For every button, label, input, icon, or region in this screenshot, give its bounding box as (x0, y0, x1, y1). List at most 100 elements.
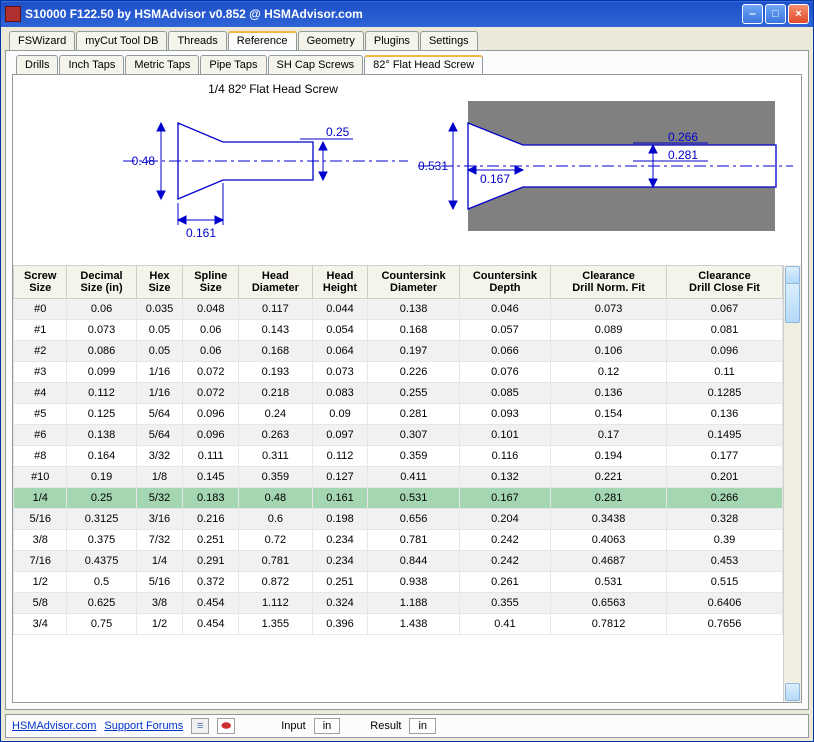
table-cell: 0.136 (667, 404, 783, 425)
table-cell: 0.48 (239, 488, 313, 509)
table-cell: 0.6406 (667, 593, 783, 614)
link-hsmadvisor[interactable]: HSMAdvisor.com (12, 720, 96, 732)
table-row[interactable]: #60.1385/640.0960.2630.0970.3070.1010.17… (14, 425, 783, 446)
table-cell: 0.112 (67, 383, 136, 404)
table-cell: 0.067 (667, 299, 783, 320)
main-tab-mycut-tool-db[interactable]: myCut Tool DB (76, 31, 167, 50)
table-cell: 0.161 (312, 488, 368, 509)
table-cell: 0.066 (459, 341, 550, 362)
minimize-button[interactable]: ‒ (742, 4, 763, 24)
table-row[interactable]: #30.0991/160.0720.1930.0730.2260.0760.12… (14, 362, 783, 383)
table-row[interactable]: #50.1255/640.0960.240.090.2810.0930.1540… (14, 404, 783, 425)
table-cell: 0.048 (183, 299, 239, 320)
table-cell: 0.076 (459, 362, 550, 383)
main-tab-reference[interactable]: Reference (228, 31, 297, 50)
col-header[interactable]: ScrewSize (14, 266, 67, 299)
table-row[interactable]: #00.060.0350.0480.1170.0440.1380.0460.07… (14, 299, 783, 320)
table-cell: 0.198 (312, 509, 368, 530)
table-row[interactable]: 7/160.43751/40.2910.7810.2340.8440.2420.… (14, 551, 783, 572)
table-cell: 1/2 (14, 572, 67, 593)
table-cell: 0.328 (667, 509, 783, 530)
table-row[interactable]: 5/160.31253/160.2160.60.1980.6560.2040.3… (14, 509, 783, 530)
vertical-scrollbar[interactable] (783, 265, 801, 702)
table-cell: 0.112 (312, 446, 368, 467)
table-cell: 5/32 (136, 488, 183, 509)
table-cell: 0.396 (312, 614, 368, 635)
table-cell: 1/16 (136, 362, 183, 383)
table-cell: 3/16 (136, 509, 183, 530)
col-header[interactable]: ClearanceDrill Norm. Fit (551, 266, 667, 299)
input-unit[interactable]: in (314, 718, 341, 734)
sub-tab-metric-taps[interactable]: Metric Taps (125, 55, 199, 74)
table-cell: 3/32 (136, 446, 183, 467)
table-cell: #5 (14, 404, 67, 425)
table-row[interactable]: 3/80.3757/320.2510.720.2340.7810.2420.40… (14, 530, 783, 551)
table-cell: #1 (14, 320, 67, 341)
table-cell: 7/16 (14, 551, 67, 572)
table-row[interactable]: #100.191/80.1450.3590.1270.4110.1320.221… (14, 467, 783, 488)
sb-icon-1[interactable]: ≡ (191, 718, 209, 734)
maximize-button[interactable]: □ (765, 4, 786, 24)
table-row[interactable]: 1/20.55/160.3720.8720.2510.9380.2610.531… (14, 572, 783, 593)
main-tab-fswizard[interactable]: FSWizard (9, 31, 75, 50)
col-header[interactable]: HeadHeight (312, 266, 368, 299)
table-cell: 0.242 (459, 530, 550, 551)
col-header[interactable]: HexSize (136, 266, 183, 299)
table-cell: 0.168 (368, 320, 459, 341)
sub-tab-inch-taps[interactable]: Inch Taps (59, 55, 124, 74)
col-header[interactable]: CountersinkDepth (459, 266, 550, 299)
titlebar: S10000 F122.50 by HSMAdvisor v0.852 @ HS… (1, 1, 813, 27)
window-buttons: ‒ □ × (742, 4, 809, 24)
table-cell: 0.106 (551, 341, 667, 362)
table-cell: 0.167 (459, 488, 550, 509)
col-header[interactable]: HeadDiameter (239, 266, 313, 299)
dim-clr-norm: 0.281 (668, 148, 698, 162)
table-cell: 0.083 (312, 383, 368, 404)
table-row[interactable]: 5/80.6253/80.4541.1120.3241.1880.3550.65… (14, 593, 783, 614)
sub-tab-pipe-taps[interactable]: Pipe Taps (200, 55, 266, 74)
dim-head-height: 0.161 (186, 226, 216, 240)
table-cell: 0.096 (183, 404, 239, 425)
sub-tab-sh-cap-screws[interactable]: SH Cap Screws (268, 55, 364, 74)
table-row[interactable]: #20.0860.050.060.1680.0640.1970.0660.106… (14, 341, 783, 362)
table-cell: 0.204 (459, 509, 550, 530)
table-cell: 0.073 (67, 320, 136, 341)
col-header[interactable]: DecimalSize (in) (67, 266, 136, 299)
table-cell: 0.266 (667, 488, 783, 509)
col-header[interactable]: CountersinkDiameter (368, 266, 459, 299)
table-row[interactable]: 1/40.255/320.1830.480.1610.5310.1670.281… (14, 488, 783, 509)
sub-tab-drills[interactable]: Drills (16, 55, 58, 74)
table-cell: 0.064 (312, 341, 368, 362)
table-row[interactable]: #10.0730.050.060.1430.0540.1680.0570.089… (14, 320, 783, 341)
table-cell: 0.12 (551, 362, 667, 383)
main-tab-threads[interactable]: Threads (168, 31, 226, 50)
result-unit[interactable]: in (409, 718, 436, 734)
link-support-forums[interactable]: Support Forums (104, 720, 183, 732)
table-row[interactable]: #40.1121/160.0720.2180.0830.2550.0850.13… (14, 383, 783, 404)
table-row[interactable]: 3/40.751/20.4541.3550.3961.4380.410.7812… (14, 614, 783, 635)
input-label: Input (281, 720, 305, 732)
table-cell: 0.242 (459, 551, 550, 572)
main-tab-settings[interactable]: Settings (420, 31, 478, 50)
table-cell: 1/16 (136, 383, 183, 404)
sub-tab-82-flat-head-screw[interactable]: 82° Flat Head Screw (364, 55, 483, 74)
main-tab-plugins[interactable]: Plugins (365, 31, 419, 50)
table-cell: 0.515 (667, 572, 783, 593)
screw-table[interactable]: ScrewSizeDecimalSize (in)HexSizeSplineSi… (13, 265, 783, 635)
sb-icon-2[interactable]: ⬬ (217, 718, 235, 734)
table-cell: 0.097 (312, 425, 368, 446)
table-cell: 0.044 (312, 299, 368, 320)
table-cell: 0.072 (183, 362, 239, 383)
table-row[interactable]: #80.1643/320.1110.3110.1120.3590.1160.19… (14, 446, 783, 467)
table-cell: 0.5 (67, 572, 136, 593)
table-cell: #0 (14, 299, 67, 320)
col-header[interactable]: ClearanceDrill Close Fit (667, 266, 783, 299)
table-cell: 0.3438 (551, 509, 667, 530)
table-cell: 0.081 (667, 320, 783, 341)
col-header[interactable]: SplineSize (183, 266, 239, 299)
table-cell: 0.4063 (551, 530, 667, 551)
table-cell: 0.234 (312, 551, 368, 572)
table-cell: 0.201 (667, 467, 783, 488)
close-button[interactable]: × (788, 4, 809, 24)
main-tab-geometry[interactable]: Geometry (298, 31, 364, 50)
